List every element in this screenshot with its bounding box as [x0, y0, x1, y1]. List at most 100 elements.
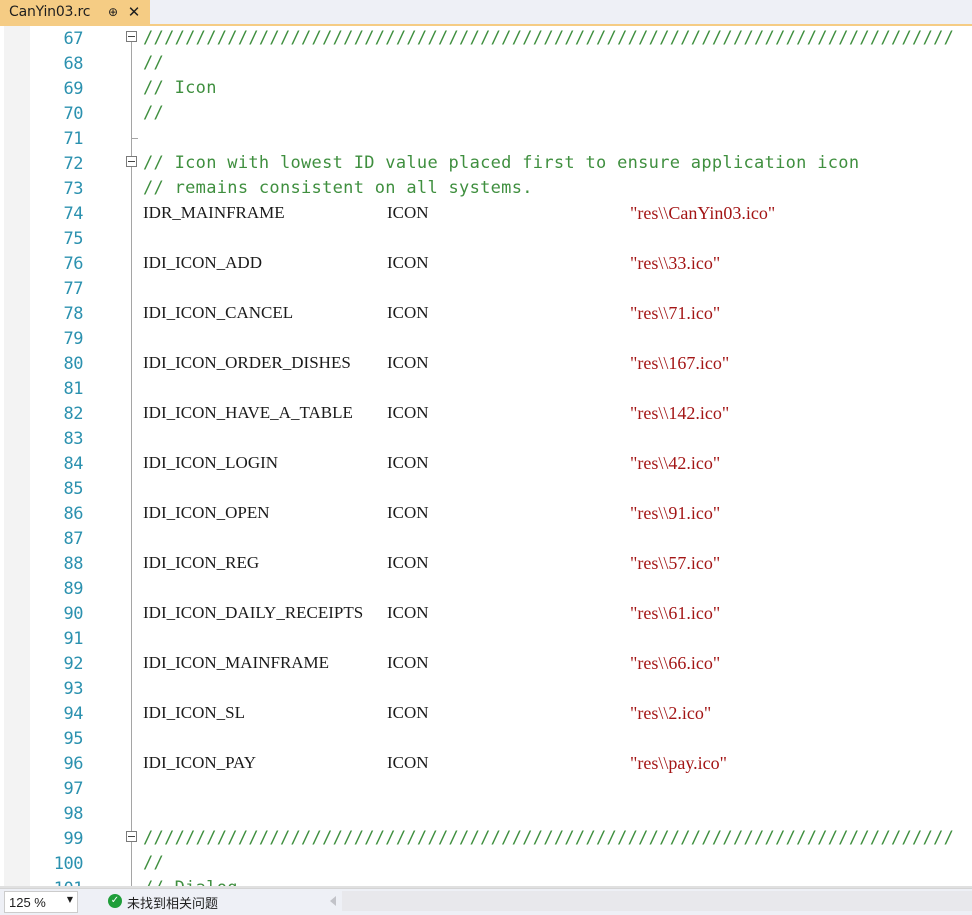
code-comment: ////////////////////////////////////////… [143, 28, 955, 48]
code-line[interactable]: 85 [0, 476, 972, 501]
resource-identifier: IDI_ICON_ADD [143, 253, 262, 272]
code-line[interactable]: 86 IDI_ICON_OPEN ICON "res\\91.ico" [0, 501, 972, 526]
line-number: 84 [63, 454, 84, 474]
editor-status-bar: 125 % ▼ ✓ 未找到相关问题 [0, 888, 972, 915]
code-line[interactable]: 75 [0, 226, 972, 251]
close-tab-icon[interactable]: ✕ [126, 3, 142, 21]
code-line[interactable]: 67 //////////////////////////////////////… [0, 26, 972, 51]
resource-type: ICON [387, 753, 429, 772]
resource-path: "res\\167.ico" [630, 353, 730, 373]
code-line[interactable]: 97 [0, 776, 972, 801]
resource-type: ICON [387, 553, 429, 572]
resource-path: "res\\42.ico" [630, 453, 721, 473]
code-line[interactable]: 94 IDI_ICON_SL ICON "res\\2.ico" [0, 701, 972, 726]
code-line[interactable]: 92 IDI_ICON_MAINFRAME ICON "res\\66.ico" [0, 651, 972, 676]
document-tab-canyin03[interactable]: CanYin03.rc ⊕ ✕ [0, 0, 150, 24]
line-number: 80 [63, 354, 84, 374]
resource-path: "res\\61.ico" [630, 603, 721, 623]
resource-path: "res\\71.ico" [630, 303, 721, 323]
code-line[interactable]: 99 //////////////////////////////////////… [0, 826, 972, 851]
code-comment: // Icon with lowest ID value placed firs… [143, 153, 860, 173]
scroll-left-icon[interactable] [330, 896, 336, 906]
code-line[interactable]: 95 [0, 726, 972, 751]
code-line[interactable]: 73 // remains consistent on all systems. [0, 176, 972, 201]
code-line[interactable]: 84 IDI_ICON_LOGIN ICON "res\\42.ico" [0, 451, 972, 476]
resource-type: ICON [387, 403, 429, 422]
line-number: 79 [63, 329, 84, 349]
code-line[interactable]: 81 [0, 376, 972, 401]
resource-path: "res\\66.ico" [630, 653, 721, 673]
line-number: 87 [63, 529, 84, 549]
resource-path: "res\\57.ico" [630, 553, 721, 573]
code-line[interactable]: 98 [0, 801, 972, 826]
code-line[interactable]: 91 [0, 626, 972, 651]
code-line[interactable]: 79 [0, 326, 972, 351]
pin-icon[interactable]: ⊕ [106, 4, 120, 20]
resource-path: "res\\142.ico" [630, 403, 730, 423]
resource-identifier: IDI_ICON_OPEN [143, 503, 270, 522]
line-number: 100 [53, 854, 84, 874]
code-line[interactable]: 72 // Icon with lowest ID value placed fi… [0, 151, 972, 176]
code-line[interactable]: 71 [0, 126, 972, 151]
code-line[interactable]: 93 [0, 676, 972, 701]
zoom-value: 125 % [9, 894, 46, 910]
line-number: 69 [63, 79, 84, 99]
code-line[interactable]: 70 // [0, 101, 972, 126]
line-number: 95 [63, 729, 84, 749]
code-line[interactable]: 78 IDI_ICON_CANCEL ICON "res\\71.ico" [0, 301, 972, 326]
code-line[interactable]: 76 IDI_ICON_ADD ICON "res\\33.ico" [0, 251, 972, 276]
line-number: 94 [63, 704, 84, 724]
line-number: 86 [63, 504, 84, 524]
document-tab-bar: CanYin03.rc ⊕ ✕ [0, 0, 972, 26]
code-line[interactable]: 88 IDI_ICON_REG ICON "res\\57.ico" [0, 551, 972, 576]
resource-identifier: IDI_ICON_SL [143, 703, 245, 722]
line-number: 68 [63, 54, 84, 74]
resource-type: ICON [387, 303, 429, 322]
resource-identifier: IDI_ICON_ORDER_DISHES [143, 353, 351, 372]
line-number: 76 [63, 254, 84, 274]
resource-identifier: IDI_ICON_MAINFRAME [143, 653, 330, 672]
resource-path: "res\\CanYin03.ico" [630, 203, 776, 223]
issues-status-text[interactable]: 未找到相关问题 [127, 893, 218, 912]
code-line[interactable]: 68 // [0, 51, 972, 76]
code-line[interactable]: 77 [0, 276, 972, 301]
zoom-select[interactable]: 125 % ▼ [4, 891, 78, 913]
line-number: 99 [63, 829, 84, 849]
resource-type: ICON [387, 653, 429, 672]
resource-identifier: IDI_ICON_DAILY_RECEIPTS [143, 603, 364, 622]
resource-type: ICON [387, 703, 429, 722]
line-number: 81 [63, 379, 84, 399]
line-number: 96 [63, 754, 84, 774]
collapse-icon[interactable] [126, 31, 137, 42]
collapse-icon[interactable] [126, 831, 137, 842]
code-comment: // Icon [143, 78, 217, 98]
collapse-icon[interactable] [126, 156, 137, 167]
line-number: 91 [63, 629, 84, 649]
code-line[interactable]: 80 IDI_ICON_ORDER_DISHES ICON "res\\167.ico… [0, 351, 972, 376]
code-editor[interactable]: 67//////////////////////////////////////… [0, 26, 972, 888]
line-number: 75 [63, 229, 84, 249]
code-line[interactable]: 87 [0, 526, 972, 551]
resource-identifier: IDI_ICON_LOGIN [143, 453, 279, 472]
line-number: 70 [63, 104, 84, 124]
line-number: 89 [63, 579, 84, 599]
resource-identifier: IDI_ICON_HAVE_A_TABLE [143, 403, 353, 422]
code-line[interactable]: 83 [0, 426, 972, 451]
chevron-down-icon: ▼ [66, 895, 73, 904]
resource-identifier: IDI_ICON_CANCEL [143, 303, 294, 322]
code-comment: // remains consistent on all systems. [143, 178, 533, 198]
outline-end-marker [131, 138, 138, 139]
resource-type: ICON [387, 503, 429, 522]
line-number: 93 [63, 679, 84, 699]
code-line[interactable]: 89 [0, 576, 972, 601]
check-circle-icon[interactable]: ✓ [108, 894, 122, 908]
code-line[interactable]: 69 // Icon [0, 76, 972, 101]
horizontal-scrollbar[interactable] [342, 891, 972, 911]
line-number: 85 [63, 479, 84, 499]
code-line[interactable]: 96 IDI_ICON_PAY ICON "res\\pay.ico" [0, 751, 972, 776]
code-comment: // [143, 853, 165, 873]
code-line[interactable]: 100 // [0, 851, 972, 876]
code-line[interactable]: 90 IDI_ICON_DAILY_RECEIPTS ICON "res\\61.ic… [0, 601, 972, 626]
code-line[interactable]: 74 IDR_MAINFRAME ICON "res\\CanYin03.ico" [0, 201, 972, 226]
code-line[interactable]: 82 IDI_ICON_HAVE_A_TABLE ICON "res\\142.ico… [0, 401, 972, 426]
